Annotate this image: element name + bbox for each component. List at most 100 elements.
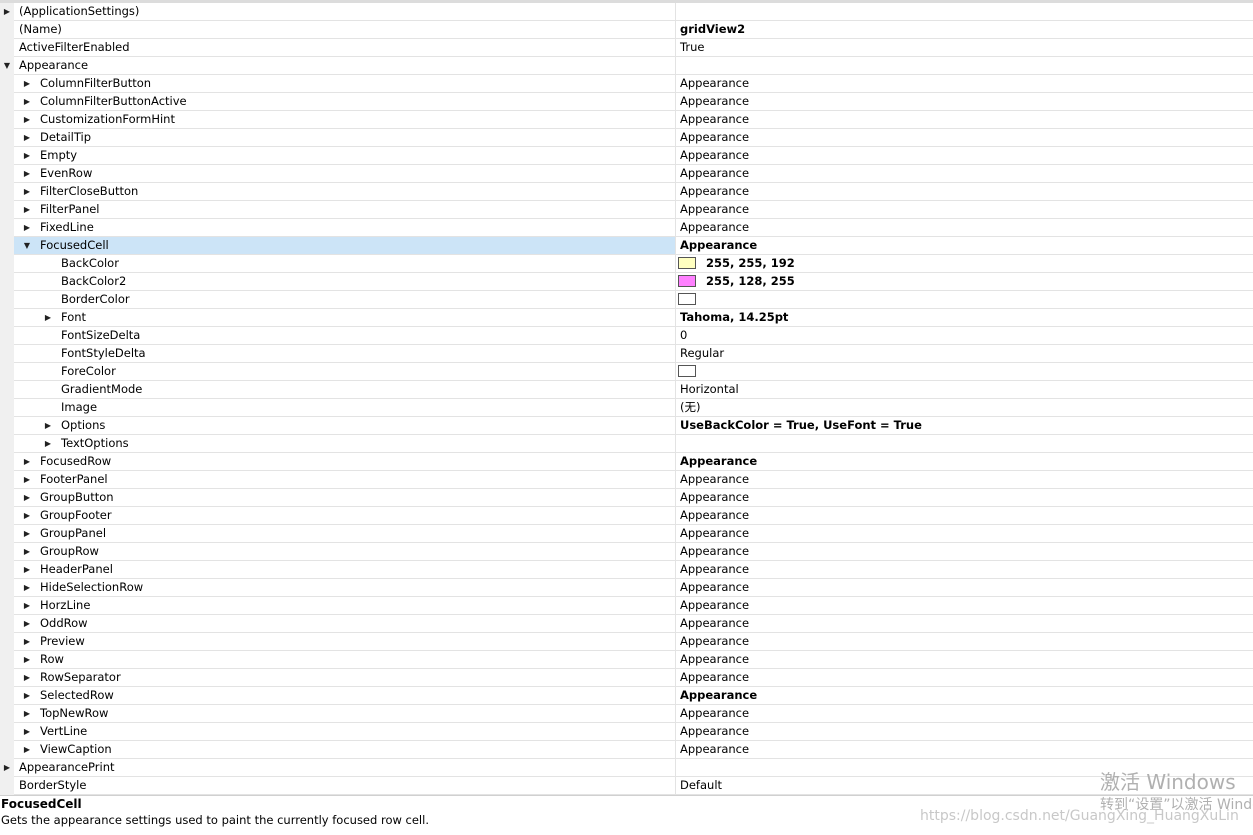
- property-row[interactable]: ▶ FilterCloseButton Appearance: [0, 183, 1253, 201]
- property-row[interactable]: ▶ GroupRow Appearance: [0, 543, 1253, 561]
- expand-arrow-right-icon[interactable]: ▶: [21, 597, 33, 614]
- property-row[interactable]: ForeColor: [0, 363, 1253, 381]
- property-row[interactable]: (Name) gridView2: [0, 21, 1253, 39]
- property-value-cell[interactable]: Appearance: [676, 507, 1253, 525]
- property-name-cell[interactable]: ▶ TopNewRow: [14, 705, 676, 723]
- expand-arrow-right-icon[interactable]: ▶: [21, 183, 33, 200]
- property-name-cell[interactable]: ▶ FixedLine: [14, 219, 676, 237]
- property-value-cell[interactable]: Appearance: [676, 129, 1253, 147]
- property-value-cell[interactable]: Appearance: [676, 93, 1253, 111]
- property-name-cell[interactable]: Image: [14, 399, 676, 417]
- property-name-cell[interactable]: ▶ ViewCaption: [14, 741, 676, 759]
- property-row[interactable]: ▶ GroupFooter Appearance: [0, 507, 1253, 525]
- property-value-cell[interactable]: Appearance: [676, 525, 1253, 543]
- property-value-cell[interactable]: Appearance: [676, 543, 1253, 561]
- property-name-cell[interactable]: ▶ FooterPanel: [14, 471, 676, 489]
- property-name-cell[interactable]: BackColor2: [14, 273, 676, 291]
- property-name-cell[interactable]: GradientMode: [14, 381, 676, 399]
- property-row[interactable]: ▶ GroupPanel Appearance: [0, 525, 1253, 543]
- property-row[interactable]: ▶ EvenRow Appearance: [0, 165, 1253, 183]
- expand-arrow-right-icon[interactable]: ▶: [21, 165, 33, 182]
- property-value-cell[interactable]: Appearance: [676, 705, 1253, 723]
- expand-arrow-right-icon[interactable]: ▶: [1, 759, 13, 776]
- property-value-cell[interactable]: 255, 255, 192: [676, 255, 1253, 273]
- expand-arrow-right-icon[interactable]: ▶: [21, 453, 33, 470]
- expand-arrow-right-icon[interactable]: ▶: [21, 93, 33, 110]
- property-row[interactable]: ▶ ColumnFilterButton Appearance: [0, 75, 1253, 93]
- property-value-cell[interactable]: Appearance: [676, 75, 1253, 93]
- property-value-cell[interactable]: [676, 291, 1253, 309]
- property-row[interactable]: ▶ GroupButton Appearance: [0, 489, 1253, 507]
- property-name-cell[interactable]: (ApplicationSettings): [14, 3, 676, 21]
- property-row[interactable]: BackColor 255, 255, 192: [0, 255, 1253, 273]
- property-value-cell[interactable]: Appearance: [676, 561, 1253, 579]
- property-value-cell[interactable]: Appearance: [676, 219, 1253, 237]
- property-name-cell[interactable]: ▶ SelectedRow: [14, 687, 676, 705]
- property-row[interactable]: ▶ DetailTip Appearance: [0, 129, 1253, 147]
- property-value-cell[interactable]: Horizontal: [676, 381, 1253, 399]
- expand-arrow-right-icon[interactable]: ▶: [21, 111, 33, 128]
- property-row[interactable]: ▶ OddRow Appearance: [0, 615, 1253, 633]
- property-name-cell[interactable]: ▶ OddRow: [14, 615, 676, 633]
- expand-arrow-right-icon[interactable]: ▶: [21, 489, 33, 506]
- property-grid[interactable]: (ApplicationSettings) ▶ (Name) gridView2 Act…: [0, 3, 1253, 795]
- property-name-cell[interactable]: ▶ RowSeparator: [14, 669, 676, 687]
- property-row[interactable]: AppearancePrint ▶: [0, 759, 1253, 777]
- property-value-cell[interactable]: [676, 435, 1253, 453]
- expand-arrow-right-icon[interactable]: ▶: [42, 417, 54, 434]
- expand-arrow-right-icon[interactable]: ▶: [1, 3, 13, 20]
- property-row[interactable]: ▶ Options UseBackColor = True, UseFont = T…: [0, 417, 1253, 435]
- property-row[interactable]: ActiveFilterEnabled True: [0, 39, 1253, 57]
- property-row[interactable]: (ApplicationSettings) ▶: [0, 3, 1253, 21]
- expand-arrow-down-icon[interactable]: ▼: [21, 237, 33, 254]
- property-row[interactable]: ▶ Empty Appearance: [0, 147, 1253, 165]
- property-name-cell[interactable]: BorderStyle: [14, 777, 676, 795]
- property-name-cell[interactable]: FontSizeDelta: [14, 327, 676, 345]
- property-name-cell[interactable]: ▶ DetailTip: [14, 129, 676, 147]
- expand-arrow-right-icon[interactable]: ▶: [21, 525, 33, 542]
- property-row[interactable]: ▶ FocusedRow Appearance: [0, 453, 1253, 471]
- property-value-cell[interactable]: Appearance: [676, 237, 1253, 255]
- property-row[interactable]: ▶ HorzLine Appearance: [0, 597, 1253, 615]
- property-name-cell[interactable]: ▶ Font: [14, 309, 676, 327]
- property-row[interactable]: Image (无): [0, 399, 1253, 417]
- property-value-cell[interactable]: Appearance: [676, 741, 1253, 759]
- property-row[interactable]: ▶ Font Tahoma, 14.25pt: [0, 309, 1253, 327]
- property-row[interactable]: GradientMode Horizontal: [0, 381, 1253, 399]
- expand-arrow-right-icon[interactable]: ▶: [21, 543, 33, 560]
- property-value-cell[interactable]: Appearance: [676, 453, 1253, 471]
- expand-arrow-right-icon[interactable]: ▶: [21, 579, 33, 596]
- property-value-cell[interactable]: [676, 3, 1253, 21]
- property-name-cell[interactable]: ▶ ColumnFilterButtonActive: [14, 93, 676, 111]
- expand-arrow-right-icon[interactable]: ▶: [21, 687, 33, 704]
- expand-arrow-right-icon[interactable]: ▶: [21, 219, 33, 236]
- property-row[interactable]: ▶ VertLine Appearance: [0, 723, 1253, 741]
- property-row[interactable]: ▼ FocusedCell Appearance: [0, 237, 1253, 255]
- property-value-cell[interactable]: Appearance: [676, 669, 1253, 687]
- property-row[interactable]: ▶ CustomizationFormHint Appearance: [0, 111, 1253, 129]
- property-value-cell[interactable]: Appearance: [676, 471, 1253, 489]
- expand-arrow-right-icon[interactable]: ▶: [42, 435, 54, 452]
- property-value-cell[interactable]: Appearance: [676, 723, 1253, 741]
- property-row[interactable]: ▶ TopNewRow Appearance: [0, 705, 1253, 723]
- property-row[interactable]: ▶ HideSelectionRow Appearance: [0, 579, 1253, 597]
- property-name-cell[interactable]: (Name): [14, 21, 676, 39]
- property-row[interactable]: FontStyleDelta Regular: [0, 345, 1253, 363]
- expand-arrow-right-icon[interactable]: ▶: [21, 561, 33, 578]
- property-value-cell[interactable]: Regular: [676, 345, 1253, 363]
- expand-arrow-right-icon[interactable]: ▶: [21, 741, 33, 758]
- property-row[interactable]: BorderStyle Default: [0, 777, 1253, 795]
- expand-arrow-right-icon[interactable]: ▶: [21, 147, 33, 164]
- property-value-cell[interactable]: Appearance: [676, 147, 1253, 165]
- property-name-cell[interactable]: ▶ Empty: [14, 147, 676, 165]
- property-row[interactable]: ▶ TextOptions: [0, 435, 1253, 453]
- property-value-cell[interactable]: Appearance: [676, 579, 1253, 597]
- property-name-cell[interactable]: BackColor: [14, 255, 676, 273]
- property-name-cell[interactable]: ▶ HeaderPanel: [14, 561, 676, 579]
- property-value-cell[interactable]: Appearance: [676, 489, 1253, 507]
- expand-arrow-right-icon[interactable]: ▶: [21, 75, 33, 92]
- expand-arrow-right-icon[interactable]: ▶: [21, 651, 33, 668]
- property-name-cell[interactable]: Appearance: [14, 57, 676, 75]
- property-row[interactable]: ▶ Row Appearance: [0, 651, 1253, 669]
- property-row[interactable]: ▶ ViewCaption Appearance: [0, 741, 1253, 759]
